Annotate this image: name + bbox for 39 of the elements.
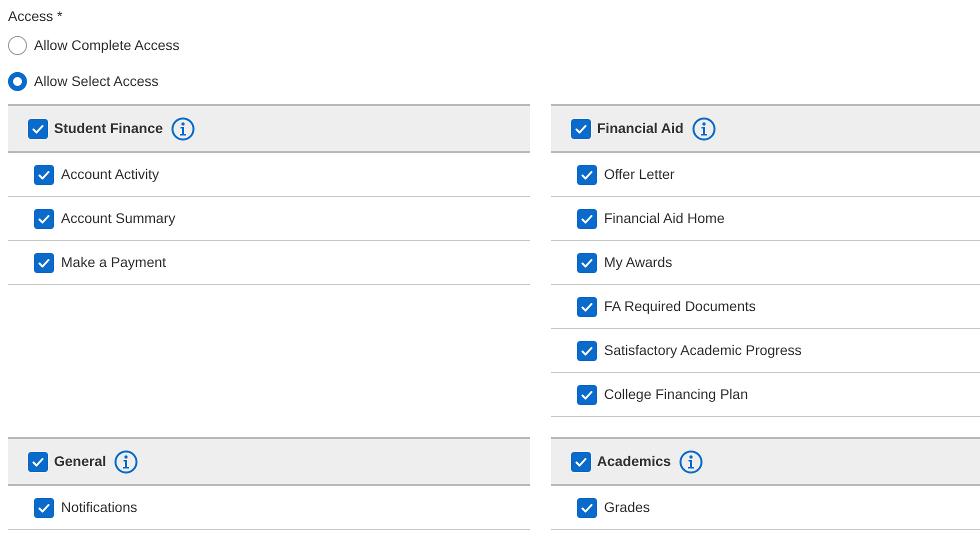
checkbox[interactable] (34, 498, 54, 518)
option-label: Account Summary (61, 209, 176, 228)
radio-label: Allow Complete Access (34, 36, 180, 55)
checkbox[interactable] (577, 384, 597, 404)
checkbox[interactable] (577, 296, 597, 316)
option-label: Satisfactory Academic Progress (604, 341, 802, 360)
info-icon[interactable] (678, 450, 703, 474)
info-icon[interactable] (170, 116, 195, 140)
option-label: Make a Payment (61, 253, 166, 272)
option-label: Offer Letter (604, 165, 675, 184)
checkbox[interactable] (34, 252, 54, 272)
field-label: Access * (8, 7, 64, 26)
option-label: My Awards (604, 253, 672, 272)
checkbox[interactable] (571, 452, 591, 472)
info-icon[interactable] (114, 450, 138, 474)
info-icon[interactable] (692, 116, 716, 140)
section-title: Student Finance (54, 119, 163, 138)
radio-button[interactable] (8, 36, 27, 54)
checkbox[interactable] (34, 208, 54, 228)
radio-button[interactable] (8, 72, 27, 90)
checkbox[interactable] (571, 118, 591, 138)
checkbox[interactable] (577, 340, 597, 360)
section-title: Financial Aid (597, 119, 684, 138)
checkbox[interactable] (577, 208, 597, 228)
option-label: Notifications (61, 498, 138, 517)
section-title: Academics (597, 452, 671, 471)
section-title: General (54, 452, 106, 471)
checkbox[interactable] (577, 498, 597, 518)
checkbox[interactable] (28, 118, 48, 138)
option-label: Grades (604, 498, 650, 517)
checkbox[interactable] (28, 452, 48, 472)
checkbox[interactable] (577, 164, 597, 184)
checkbox[interactable] (34, 164, 54, 184)
option-label: FA Required Documents (604, 297, 756, 316)
option-label: Financial Aid Home (604, 209, 725, 228)
option-label: Account Activity (61, 165, 160, 184)
radio-label: Allow Select Access (34, 72, 158, 90)
checkbox[interactable] (577, 252, 597, 272)
option-label: College Financing Plan (604, 385, 748, 404)
